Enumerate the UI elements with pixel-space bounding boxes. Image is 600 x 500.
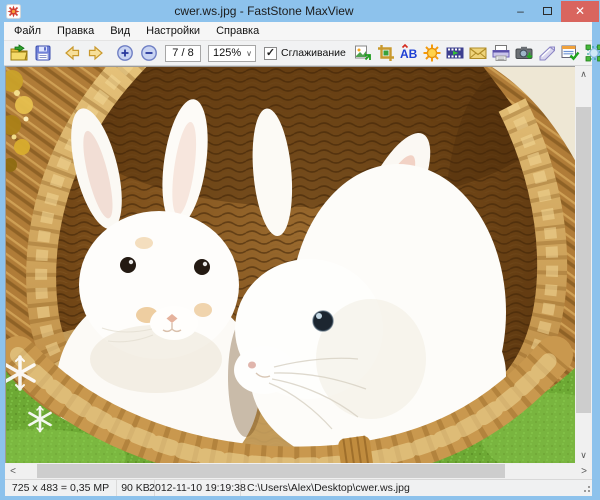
scroll-left-icon[interactable]: <: [5, 463, 21, 479]
status-timestamp: 2012-11-10 19:19:38: [155, 480, 241, 496]
zoom-level-select[interactable]: 125% ∨: [208, 45, 256, 62]
arrow-left-icon: [62, 43, 82, 63]
horizontal-scroll-thumb[interactable]: [37, 464, 505, 478]
menu-item-settings[interactable]: Настройки: [138, 23, 208, 39]
save-floppy-icon: [33, 43, 53, 63]
fullscreen-icon: [584, 43, 600, 63]
page-indicator[interactable]: 7 / 8: [165, 45, 201, 62]
email-button[interactable]: [467, 42, 490, 64]
vertical-scroll-thumb[interactable]: [576, 107, 591, 413]
scroll-down-icon[interactable]: ∨: [575, 447, 592, 463]
vertical-scrollbar[interactable]: ∧ ∨: [575, 66, 592, 463]
maximize-button[interactable]: [534, 1, 561, 22]
scroll-up-icon[interactable]: ∧: [575, 66, 592, 82]
app-logo-icon: [5, 3, 21, 19]
fullscreen-button[interactable]: [582, 42, 600, 64]
resize-button[interactable]: [352, 42, 375, 64]
close-button[interactable]: ✕: [561, 1, 599, 22]
smoothing-checkbox-group[interactable]: ✓ Сглаживание: [264, 47, 346, 60]
minimize-button[interactable]: –: [507, 1, 534, 22]
photo-rabbits: [6, 67, 575, 463]
resize-image-icon: [353, 43, 373, 63]
crop-icon: [376, 43, 396, 63]
filmstrip-icon: [445, 43, 465, 63]
zoom-out-button[interactable]: [137, 42, 161, 64]
scanner-icon: [537, 43, 557, 63]
menu-item-file[interactable]: Файл: [6, 23, 49, 39]
horizontal-scrollbar[interactable]: < >: [5, 463, 592, 479]
zoom-out-icon: [139, 43, 159, 63]
scan-button[interactable]: [536, 42, 559, 64]
text-ab-icon: AB: [399, 43, 419, 63]
toolbar: 7 / 8 125% ∨ ✓ Сглаживание: [4, 41, 592, 66]
smoothing-checkbox[interactable]: ✓: [264, 47, 277, 60]
minimize-icon: –: [517, 4, 524, 18]
printer-icon: [491, 43, 511, 63]
maximize-icon: [543, 7, 552, 15]
zoom-in-icon: [115, 43, 135, 63]
annotate-text-button[interactable]: AB: [398, 42, 421, 64]
arrow-right-icon: [86, 43, 106, 63]
scroll-right-icon[interactable]: >: [576, 463, 592, 479]
menu-item-help[interactable]: Справка: [208, 23, 267, 39]
camera-icon: [514, 43, 534, 63]
status-image-dimensions: 725 x 483 = 0,35 MP: [5, 480, 117, 496]
svg-text:AB: AB: [400, 47, 418, 61]
crop-button[interactable]: [375, 42, 398, 64]
options-button[interactable]: [559, 42, 582, 64]
slideshow-button[interactable]: [444, 42, 467, 64]
envelope-icon: [468, 43, 488, 63]
previous-image-button[interactable]: [60, 42, 84, 64]
image-viewport[interactable]: [5, 66, 575, 463]
statusbar: 725 x 483 = 0,35 MP 90 KB 2012-11-10 19:…: [5, 479, 592, 496]
status-file-path: C:\Users\Alex\Desktop\cwer.ws.jpg: [241, 480, 581, 496]
menu-item-view[interactable]: Вид: [102, 23, 138, 39]
zoom-level-value: 125%: [209, 47, 246, 59]
zoom-in-button[interactable]: [113, 42, 137, 64]
capture-button[interactable]: [513, 42, 536, 64]
save-button[interactable]: [31, 42, 55, 64]
app-window: cwer.ws.jpg - FastStone MaxView – ✕ Файл…: [0, 0, 600, 500]
window-title: cwer.ws.jpg - FastStone MaxView: [21, 4, 507, 18]
smoothing-label: Сглаживание: [281, 47, 346, 59]
titlebar[interactable]: cwer.ws.jpg - FastStone MaxView – ✕: [0, 0, 600, 22]
print-button[interactable]: [490, 42, 513, 64]
colors-button[interactable]: [421, 42, 444, 64]
menubar: Файл Правка Вид Настройки Справка: [4, 22, 592, 41]
chevron-down-icon: ∨: [246, 49, 255, 58]
resize-grip-icon[interactable]: [581, 483, 591, 493]
settings-panel-icon: [560, 43, 580, 63]
open-button[interactable]: [7, 42, 31, 64]
close-icon: ✕: [575, 4, 585, 18]
sun-icon: [422, 43, 442, 63]
menu-item-edit[interactable]: Правка: [49, 23, 102, 39]
open-folder-icon: [9, 43, 29, 63]
next-image-button[interactable]: [84, 42, 108, 64]
